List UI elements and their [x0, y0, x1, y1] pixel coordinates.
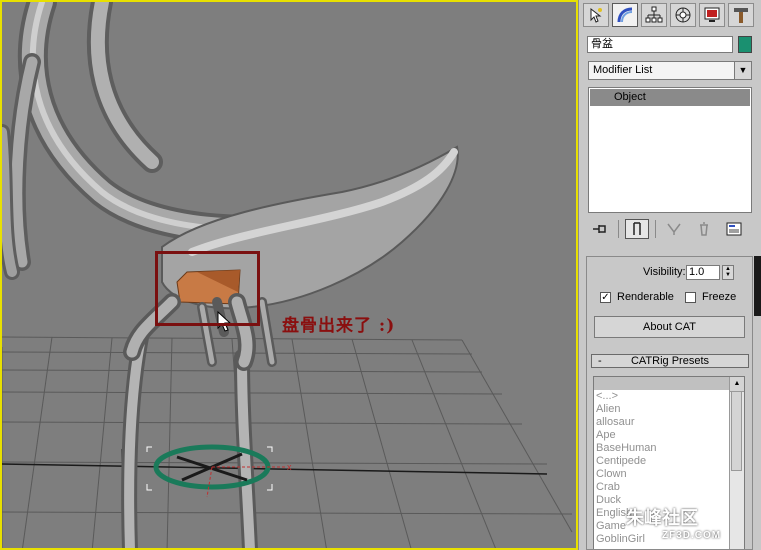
scroll-up-icon[interactable]: ▲ — [730, 377, 744, 392]
viewport-scene: x — [2, 2, 573, 548]
preset-list-scrollbar[interactable]: ▲ — [729, 377, 744, 549]
motion-wheel-icon — [675, 7, 691, 23]
about-cat-button[interactable]: About CAT — [594, 316, 745, 338]
modifier-stack[interactable]: Object — [588, 87, 752, 213]
dropdown-arrow-icon[interactable]: ▼ — [734, 62, 751, 79]
svg-text:x: x — [287, 462, 292, 472]
display-monitor-icon — [704, 7, 720, 22]
show-end-result-button[interactable] — [625, 219, 649, 239]
motion-tab[interactable] — [670, 3, 696, 27]
perspective-viewport[interactable]: x 盘骨出来了 :) — [0, 0, 578, 550]
stack-toolbar — [588, 218, 752, 240]
annotation-text: 盘骨出来了 :) — [282, 316, 396, 336]
command-panel-tabs — [583, 3, 759, 29]
modifier-list-dropdown[interactable]: Modifier List ▼ — [588, 61, 752, 80]
pin-icon — [593, 225, 606, 233]
renderable-checkbox[interactable]: ✓ Renderable — [600, 291, 674, 303]
toolbar-separator — [618, 220, 619, 238]
hierarchy-icon — [645, 6, 663, 23]
make-unique-button[interactable] — [662, 219, 686, 239]
freeze-checkbox[interactable]: Freeze — [685, 291, 736, 303]
scroll-thumb[interactable] — [731, 391, 742, 471]
visibility-input[interactable]: 1.0 — [686, 265, 720, 280]
watermark-text: 朱峰社区 — [626, 508, 698, 528]
freeze-label: Freeze — [702, 291, 737, 303]
utilities-tab[interactable] — [728, 3, 754, 27]
modifier-list-label: Modifier List — [593, 64, 653, 76]
visibility-spinner[interactable]: ▲ ▼ — [722, 265, 734, 280]
configure-modifier-sets-button[interactable] — [722, 219, 746, 239]
object-color-swatch[interactable] — [738, 36, 752, 53]
configure-sets-icon — [726, 222, 742, 236]
stack-item-object[interactable]: Object — [590, 89, 750, 106]
end-result-icon — [633, 222, 641, 235]
pointer-star-icon — [590, 7, 602, 23]
checkmark-icon[interactable]: ✓ — [600, 291, 611, 303]
create-tab[interactable] — [583, 3, 609, 27]
world-x-axis — [2, 463, 548, 475]
list-item[interactable]: BaseHuman — [594, 442, 744, 455]
list-item[interactable]: Clown — [594, 468, 744, 481]
hammer-icon — [734, 8, 748, 23]
list-item[interactable]: Ape — [594, 429, 744, 442]
list-item[interactable]: allosaur — [594, 416, 744, 429]
ground-grid — [2, 336, 573, 548]
watermark-logo: 朱峰社区 ZF3D.COM — [626, 504, 721, 541]
pin-stack-button[interactable] — [588, 219, 612, 239]
toolbar-separator — [655, 220, 656, 238]
object-name-field[interactable]: 骨盆 — [587, 36, 733, 53]
watermark-subtext: ZF3D.COM — [662, 530, 722, 541]
renderable-label: Renderable — [617, 291, 674, 303]
hierarchy-tab[interactable] — [641, 3, 667, 27]
trash-icon — [700, 222, 708, 236]
remove-modifier-button[interactable] — [692, 219, 716, 239]
checkbox-box[interactable] — [685, 291, 696, 303]
pelvis-highlight-box — [155, 251, 260, 326]
list-item[interactable] — [594, 377, 744, 390]
list-item[interactable]: Crab — [594, 481, 744, 494]
catrig-presets-header[interactable]: - CATRig Presets — [591, 354, 749, 368]
modify-tab[interactable] — [612, 3, 638, 27]
list-item[interactable]: Centipede — [594, 455, 744, 468]
presets-title: CATRig Presets — [630, 355, 710, 367]
panel-scrollbar[interactable] — [754, 256, 761, 316]
make-unique-icon — [667, 223, 681, 235]
display-tab[interactable] — [699, 3, 725, 27]
visibility-label: Visibility: — [643, 266, 686, 278]
modify-arc-icon — [617, 7, 633, 23]
list-item[interactable]: Alien — [594, 403, 744, 416]
list-item[interactable]: <...> — [594, 390, 744, 403]
